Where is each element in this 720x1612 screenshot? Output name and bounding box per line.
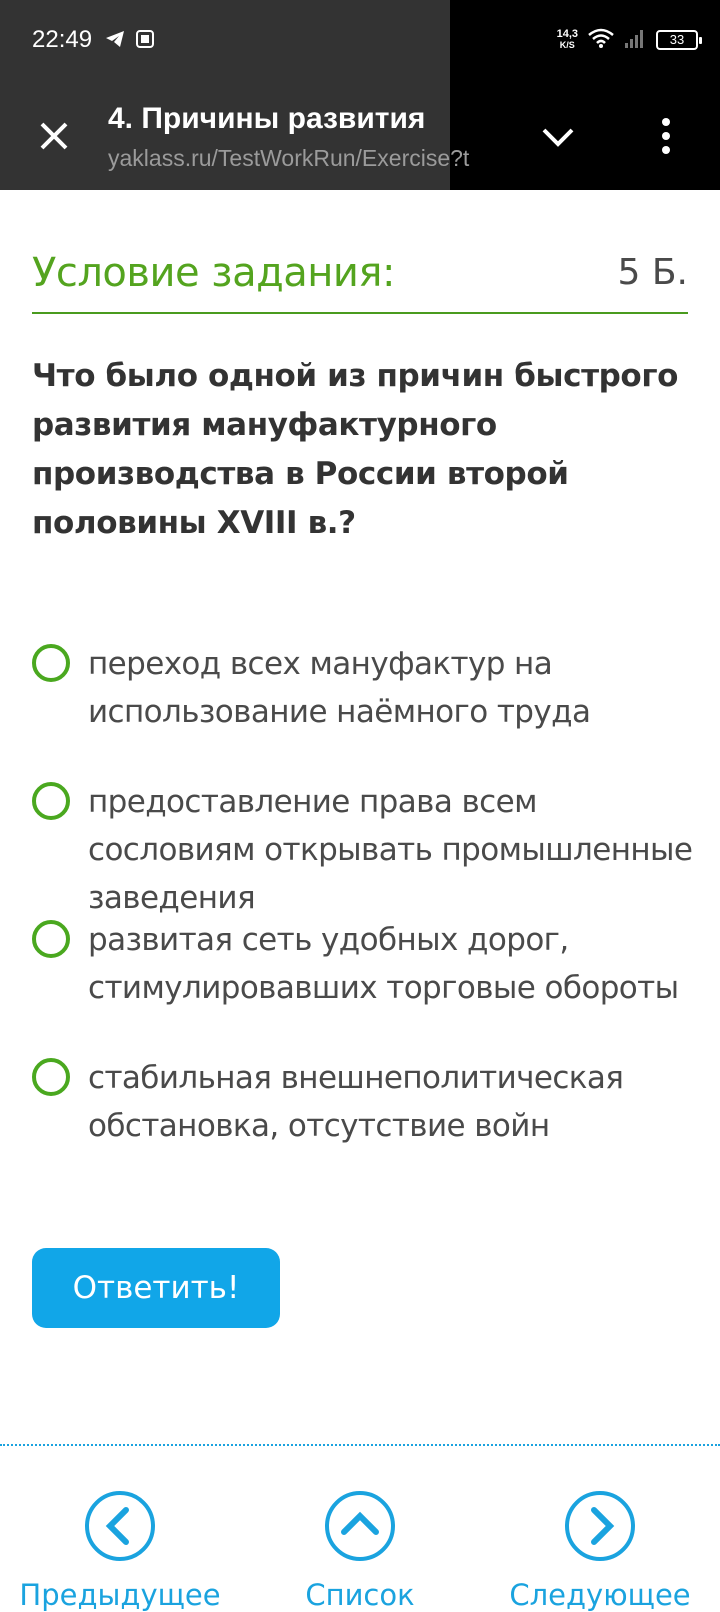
page-url[interactable]: yaklass.ru/TestWorkRun/Exercise?t: [108, 145, 502, 172]
radio-button[interactable]: [32, 1058, 70, 1096]
question-text: Что было одной из причин быстрого развит…: [32, 358, 679, 541]
task-points: 5 Б.: [617, 252, 689, 293]
task-heading: Условие задания:: [32, 250, 395, 296]
nav-divider: [0, 1444, 720, 1446]
task-header: Условие задания: 5 Б.: [32, 240, 688, 314]
status-indicators: 14,3 K/S 33: [556, 24, 702, 56]
signal-icon: [624, 28, 646, 53]
chevron-down-icon[interactable]: [536, 116, 580, 160]
app-notification-icon: [134, 28, 156, 50]
answer-option[interactable]: предоставление права всем сословиям откр…: [32, 778, 693, 916]
prev-label: Предыдущее: [19, 1578, 221, 1612]
option-label: переход всех мануфактур на использование…: [88, 646, 591, 730]
telegram-icon: [104, 28, 126, 50]
radio-button[interactable]: [32, 644, 70, 682]
page-title: 4. Причины развития: [108, 102, 426, 135]
option-label: развитая сеть удобных дорог, стимулирова…: [88, 922, 679, 1006]
close-icon[interactable]: [34, 116, 74, 156]
radio-button[interactable]: [32, 782, 70, 820]
status-time: 22:49: [32, 26, 93, 53]
option-label: стабильная внешнеполитическая обстановка…: [88, 1060, 624, 1144]
chevron-right-icon: [564, 1490, 636, 1562]
answer-button[interactable]: Ответить!: [32, 1248, 280, 1328]
chevron-left-icon: [84, 1490, 156, 1562]
next-button[interactable]: Следующее: [480, 1490, 720, 1612]
chevron-up-icon: [324, 1490, 396, 1562]
more-options-icon[interactable]: [650, 114, 682, 158]
browser-top-bar: 22:49 14,3 K/S 33 4. Причины развития ya…: [0, 0, 720, 190]
answer-option[interactable]: переход всех мануфактур на использование…: [32, 640, 692, 736]
answer-option[interactable]: развитая сеть удобных дорог, стимулирова…: [32, 916, 692, 1012]
radio-button[interactable]: [32, 920, 70, 958]
list-button[interactable]: Список: [240, 1490, 480, 1612]
answer-option[interactable]: стабильная внешнеполитическая обстановка…: [32, 1054, 692, 1150]
battery-icon: 33: [656, 30, 702, 50]
network-speed: 14,3 K/S: [556, 28, 578, 51]
wifi-icon: [588, 28, 614, 53]
list-label: Список: [305, 1578, 415, 1612]
option-label: предоставление права всем сословиям откр…: [88, 784, 693, 916]
next-label: Следующее: [509, 1578, 691, 1612]
prev-button[interactable]: Предыдущее: [0, 1490, 240, 1612]
